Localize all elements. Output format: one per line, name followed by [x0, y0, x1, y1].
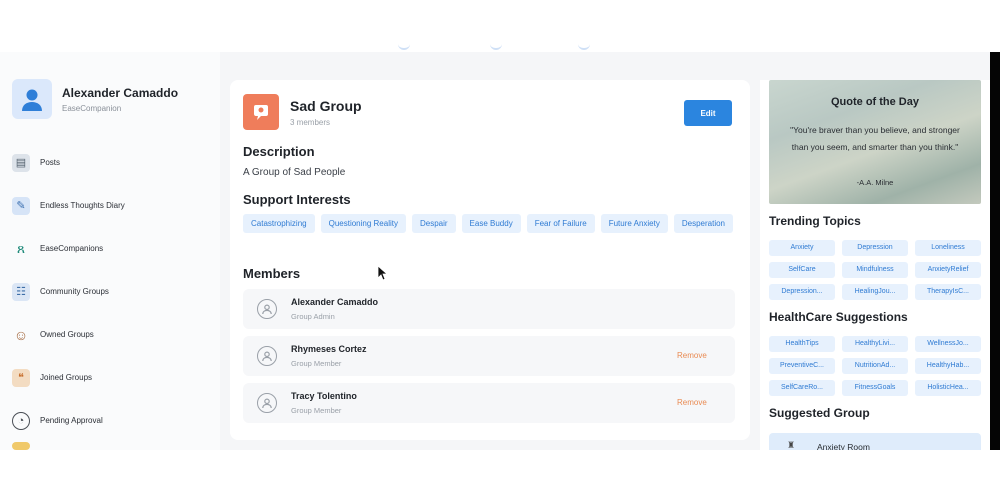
member-role: Group Member [291, 406, 342, 415]
interests-list: Catastrophizing Questioning Reality Desp… [243, 214, 743, 233]
member-name: Tracy Tolentino [291, 391, 357, 401]
sidebar-item-label: Joined Groups [40, 373, 93, 382]
group-description: A Group of Sad People [243, 167, 346, 178]
topic-chip[interactable]: Mindfulness [842, 262, 908, 278]
top-indicator [490, 44, 502, 50]
topic-chip[interactable]: AnxietyRelief [915, 262, 981, 278]
healthcare-chip[interactable]: HolisticHea... [915, 380, 981, 396]
right-panel: Quote of the Day "You're braver than you… [760, 80, 990, 450]
user-placeholder-icon [257, 393, 277, 413]
diary-icon: ✎ [12, 196, 30, 215]
window-edge [990, 52, 1000, 450]
topic-chip[interactable]: Loneliness [915, 240, 981, 256]
sidebar-item-community-groups[interactable]: ☷ Community Groups [12, 270, 125, 313]
sidebar-item-easecompanions[interactable]: ጸ EaseCompanions [12, 227, 125, 270]
healthcare-chip[interactable]: PreventiveC... [769, 358, 835, 374]
profile-subtitle: EaseCompanion [62, 103, 122, 113]
user-avatar-icon [12, 79, 52, 119]
healthcare-chip[interactable]: HealthTips [769, 336, 835, 352]
quote-text: "You're braver than you believe, and str… [790, 125, 960, 152]
member-row: Tracy Tolentino Group Member Remove [243, 383, 735, 423]
interests-heading: Support Interests [243, 192, 351, 207]
community-icon: ☷ [12, 282, 30, 301]
healthcare-chip[interactable]: NutritionAd... [842, 358, 908, 374]
quote-author: -A.A. Milne [856, 178, 894, 187]
healthcare-chip[interactable]: WellnessJo... [915, 336, 981, 352]
screen: Alexander Camaddo EaseCompanion ▤ Posts … [0, 0, 1000, 500]
sidebar-item-partial[interactable] [12, 442, 125, 450]
interest-tag[interactable]: Despair [411, 214, 456, 233]
owner-icon: ☺ [13, 326, 29, 343]
pending-icon: ◔ [12, 411, 30, 430]
user-placeholder-icon [257, 299, 277, 319]
topic-chip[interactable]: Anxiety [769, 240, 835, 256]
sidebar-item-label: Community Groups [40, 287, 109, 296]
sidebar: Alexander Camaddo EaseCompanion ▤ Posts … [0, 52, 220, 450]
member-role: Group Admin [291, 312, 335, 321]
healthcare-heading: HealthCare Suggestions [769, 310, 908, 324]
sidebar-item-label: Pending Approval [40, 416, 103, 425]
remove-member-button[interactable]: Remove [677, 351, 707, 360]
sidebar-item-joined-groups[interactable]: ❝ Joined Groups [12, 356, 125, 399]
mouse-cursor-icon [377, 265, 387, 281]
group-members-count: 3 members [290, 118, 331, 127]
top-indicator [578, 44, 590, 50]
interest-tag[interactable]: Questioning Reality [320, 214, 406, 233]
quote-of-the-day-card: Quote of the Day "You're braver than you… [769, 80, 981, 204]
group-detail-card: Sad Group 3 members Edit Description A G… [230, 80, 750, 440]
sidebar-item-label: Posts [40, 158, 61, 167]
sidebar-item-owned-groups[interactable]: ☺ Owned Groups [12, 313, 125, 356]
member-role: Group Member [291, 359, 342, 368]
top-indicator [398, 44, 410, 50]
topic-chip[interactable]: TherapyIsC... [915, 284, 981, 300]
sidebar-item-label: Endless Thoughts Diary [40, 201, 125, 210]
healthcare-chip[interactable]: SelfCareRo... [769, 380, 835, 396]
interest-tag[interactable]: Desperation [673, 214, 733, 233]
folder-icon [12, 442, 30, 450]
member-row: Rhymeses Cortez Group Member Remove [243, 336, 735, 376]
sidebar-item-pending-approval[interactable]: ◔ Pending Approval [12, 399, 125, 442]
group-title: Sad Group [290, 98, 362, 114]
description-heading: Description [243, 144, 315, 159]
user-placeholder-icon [257, 346, 277, 366]
interest-tag[interactable]: Future Anxiety [600, 214, 668, 233]
healthcare-chip[interactable]: FitnessGoals [842, 380, 908, 396]
ribbon-icon: ጸ [16, 240, 26, 256]
group-avatar-icon [243, 94, 279, 130]
interest-tag[interactable]: Catastrophizing [243, 214, 315, 233]
trending-heading: Trending Topics [769, 214, 861, 228]
topic-chip[interactable]: HealingJou... [842, 284, 908, 300]
profile-name: Alexander Camaddo [62, 85, 179, 100]
topic-chip[interactable]: Depression [842, 240, 908, 256]
suggested-group-card[interactable]: ♜ Anxiety Room [769, 433, 981, 450]
sidebar-item-diary[interactable]: ✎ Endless Thoughts Diary [12, 184, 125, 227]
topic-chip[interactable]: SelfCare [769, 262, 835, 278]
app-window: Alexander Camaddo EaseCompanion ▤ Posts … [0, 52, 990, 450]
healthcare-chip[interactable]: HealthyHab... [915, 358, 981, 374]
sidebar-item-label: Owned Groups [40, 330, 94, 339]
member-name: Alexander Camaddo [291, 297, 379, 307]
interest-tag[interactable]: Fear of Failure [526, 214, 595, 233]
user-profile[interactable]: Alexander Camaddo EaseCompanion [12, 79, 178, 119]
suggested-group-name: Anxiety Room [817, 442, 870, 450]
edit-button[interactable]: Edit [684, 100, 732, 126]
chat-bubbles-icon: ❝ [12, 368, 30, 387]
member-row: Alexander Camaddo Group Admin [243, 289, 735, 329]
interest-tag[interactable]: Ease Buddy [461, 214, 521, 233]
quote-title: Quote of the Day [830, 96, 919, 108]
suggested-group-heading: Suggested Group [769, 406, 870, 420]
remove-member-button[interactable]: Remove [677, 398, 707, 407]
topic-chip[interactable]: Depression... [769, 284, 835, 300]
members-heading: Members [243, 266, 301, 281]
healthcare-chip[interactable]: HealthyLivi... [842, 336, 908, 352]
trending-topics-grid: Anxiety Depression Loneliness SelfCare M… [769, 240, 981, 300]
group-icon: ♜ [787, 440, 796, 450]
sidebar-nav: ▤ Posts ✎ Endless Thoughts Diary ጸ EaseC… [12, 141, 125, 450]
sidebar-item-label: EaseCompanions [40, 244, 104, 253]
healthcare-suggestions-grid: HealthTips HealthyLivi... WellnessJo... … [769, 336, 981, 396]
posts-icon: ▤ [12, 153, 30, 172]
member-name: Rhymeses Cortez [291, 344, 367, 354]
sidebar-item-posts[interactable]: ▤ Posts [12, 141, 125, 184]
